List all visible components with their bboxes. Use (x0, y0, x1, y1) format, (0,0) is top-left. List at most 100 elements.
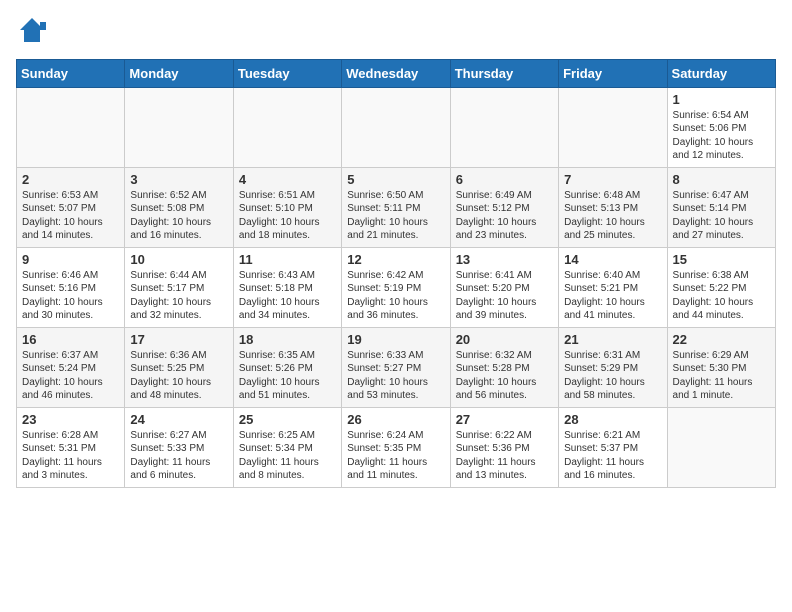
calendar-cell (17, 87, 125, 167)
day-number: 4 (239, 172, 336, 187)
calendar-cell: 8 Sunrise: 6:47 AM Sunset: 5:14 PM Daylig… (667, 167, 775, 247)
day-content: Sunrise: 6:50 AM Sunset: 5:11 PM Dayligh… (347, 189, 444, 243)
day-number: 17 (130, 332, 227, 347)
day-number: 14 (564, 252, 661, 267)
calendar-cell: 12 Sunrise: 6:42 AM Sunset: 5:19 PM Dayli… (342, 247, 450, 327)
day-content: Sunrise: 6:36 AM Sunset: 5:25 PM Dayligh… (130, 349, 227, 403)
day-number: 23 (22, 412, 119, 427)
calendar-cell: 23 Sunrise: 6:28 AM Sunset: 5:31 PM Dayli… (17, 407, 125, 487)
day-number: 22 (673, 332, 770, 347)
weekday-header-wednesday: Wednesday (342, 59, 450, 87)
weekday-header-thursday: Thursday (450, 59, 558, 87)
day-number: 19 (347, 332, 444, 347)
day-number: 6 (456, 172, 553, 187)
day-number: 1 (673, 92, 770, 107)
day-content: Sunrise: 6:40 AM Sunset: 5:21 PM Dayligh… (564, 269, 661, 323)
calendar-cell: 25 Sunrise: 6:25 AM Sunset: 5:34 PM Dayli… (233, 407, 341, 487)
calendar-cell: 10 Sunrise: 6:44 AM Sunset: 5:17 PM Dayli… (125, 247, 233, 327)
day-content: Sunrise: 6:41 AM Sunset: 5:20 PM Dayligh… (456, 269, 553, 323)
calendar-cell: 6 Sunrise: 6:49 AM Sunset: 5:12 PM Daylig… (450, 167, 558, 247)
calendar-cell: 22 Sunrise: 6:29 AM Sunset: 5:30 PM Dayli… (667, 327, 775, 407)
page-header (16, 16, 776, 49)
weekday-header-monday: Monday (125, 59, 233, 87)
day-number: 11 (239, 252, 336, 267)
calendar-week-row: 9 Sunrise: 6:46 AM Sunset: 5:16 PM Daylig… (17, 247, 776, 327)
day-content: Sunrise: 6:37 AM Sunset: 5:24 PM Dayligh… (22, 349, 119, 403)
calendar-week-row: 2 Sunrise: 6:53 AM Sunset: 5:07 PM Daylig… (17, 167, 776, 247)
weekday-header-sunday: Sunday (17, 59, 125, 87)
day-content: Sunrise: 6:42 AM Sunset: 5:19 PM Dayligh… (347, 269, 444, 323)
calendar-cell: 7 Sunrise: 6:48 AM Sunset: 5:13 PM Daylig… (559, 167, 667, 247)
day-number: 15 (673, 252, 770, 267)
calendar-cell: 21Sunrise: 6:31 AM Sunset: 5:29 PM Dayli… (559, 327, 667, 407)
day-number: 8 (673, 172, 770, 187)
day-content: Sunrise: 6:44 AM Sunset: 5:17 PM Dayligh… (130, 269, 227, 323)
day-number: 27 (456, 412, 553, 427)
logo-icon (18, 16, 46, 44)
calendar-cell: 17 Sunrise: 6:36 AM Sunset: 5:25 PM Dayli… (125, 327, 233, 407)
day-number: 10 (130, 252, 227, 267)
calendar-cell: 16 Sunrise: 6:37 AM Sunset: 5:24 PM Dayli… (17, 327, 125, 407)
calendar-cell: 15 Sunrise: 6:38 AM Sunset: 5:22 PM Dayli… (667, 247, 775, 327)
calendar-cell (450, 87, 558, 167)
calendar-week-row: 1 Sunrise: 6:54 AM Sunset: 5:06 PM Daylig… (17, 87, 776, 167)
day-number: 12 (347, 252, 444, 267)
calendar-cell: 11Sunrise: 6:43 AM Sunset: 5:18 PM Dayli… (233, 247, 341, 327)
day-content: Sunrise: 6:49 AM Sunset: 5:12 PM Dayligh… (456, 189, 553, 243)
weekday-header-saturday: Saturday (667, 59, 775, 87)
day-number: 28 (564, 412, 661, 427)
day-content: Sunrise: 6:52 AM Sunset: 5:08 PM Dayligh… (130, 189, 227, 243)
calendar-cell: 26 Sunrise: 6:24 AM Sunset: 5:35 PM Dayli… (342, 407, 450, 487)
day-number: 25 (239, 412, 336, 427)
calendar-cell (559, 87, 667, 167)
calendar-week-row: 23 Sunrise: 6:28 AM Sunset: 5:31 PM Dayli… (17, 407, 776, 487)
day-content: Sunrise: 6:54 AM Sunset: 5:06 PM Dayligh… (673, 109, 770, 163)
logo (16, 16, 46, 49)
weekday-header-friday: Friday (559, 59, 667, 87)
calendar-cell: 20Sunrise: 6:32 AM Sunset: 5:28 PM Dayli… (450, 327, 558, 407)
day-content: Sunrise: 6:48 AM Sunset: 5:13 PM Dayligh… (564, 189, 661, 243)
day-number: 24 (130, 412, 227, 427)
day-content: Sunrise: 6:35 AM Sunset: 5:26 PM Dayligh… (239, 349, 336, 403)
calendar-cell (233, 87, 341, 167)
day-content: Sunrise: 6:28 AM Sunset: 5:31 PM Dayligh… (22, 429, 119, 483)
calendar-cell: 18 Sunrise: 6:35 AM Sunset: 5:26 PM Dayli… (233, 327, 341, 407)
day-number: 5 (347, 172, 444, 187)
calendar-table: SundayMondayTuesdayWednesdayThursdayFrid… (16, 59, 776, 488)
calendar-cell: 27Sunrise: 6:22 AM Sunset: 5:36 PM Dayli… (450, 407, 558, 487)
weekday-header-row: SundayMondayTuesdayWednesdayThursdayFrid… (17, 59, 776, 87)
calendar-cell: 14 Sunrise: 6:40 AM Sunset: 5:21 PM Dayli… (559, 247, 667, 327)
day-content: Sunrise: 6:27 AM Sunset: 5:33 PM Dayligh… (130, 429, 227, 483)
calendar-cell: 4 Sunrise: 6:51 AM Sunset: 5:10 PM Daylig… (233, 167, 341, 247)
calendar-cell: 19 Sunrise: 6:33 AM Sunset: 5:27 PM Dayli… (342, 327, 450, 407)
day-number: 3 (130, 172, 227, 187)
day-content: Sunrise: 6:24 AM Sunset: 5:35 PM Dayligh… (347, 429, 444, 483)
day-content: Sunrise: 6:47 AM Sunset: 5:14 PM Dayligh… (673, 189, 770, 243)
day-number: 16 (22, 332, 119, 347)
calendar-cell: 13 Sunrise: 6:41 AM Sunset: 5:20 PM Dayli… (450, 247, 558, 327)
day-number: 2 (22, 172, 119, 187)
calendar-cell: 3 Sunrise: 6:52 AM Sunset: 5:08 PM Daylig… (125, 167, 233, 247)
day-content: Sunrise: 6:51 AM Sunset: 5:10 PM Dayligh… (239, 189, 336, 243)
day-number: 9 (22, 252, 119, 267)
day-content: Sunrise: 6:53 AM Sunset: 5:07 PM Dayligh… (22, 189, 119, 243)
day-content: Sunrise: 6:25 AM Sunset: 5:34 PM Dayligh… (239, 429, 336, 483)
day-number: 13 (456, 252, 553, 267)
day-number: 26 (347, 412, 444, 427)
day-number: 18 (239, 332, 336, 347)
day-number: 7 (564, 172, 661, 187)
day-number: 21 (564, 332, 661, 347)
calendar-cell (342, 87, 450, 167)
calendar-week-row: 16 Sunrise: 6:37 AM Sunset: 5:24 PM Dayli… (17, 327, 776, 407)
calendar-cell: 9 Sunrise: 6:46 AM Sunset: 5:16 PM Daylig… (17, 247, 125, 327)
day-content: Sunrise: 6:46 AM Sunset: 5:16 PM Dayligh… (22, 269, 119, 323)
calendar-cell (667, 407, 775, 487)
calendar-cell: 2 Sunrise: 6:53 AM Sunset: 5:07 PM Daylig… (17, 167, 125, 247)
calendar-cell: 28Sunrise: 6:21 AM Sunset: 5:37 PM Dayli… (559, 407, 667, 487)
day-content: Sunrise: 6:38 AM Sunset: 5:22 PM Dayligh… (673, 269, 770, 323)
day-number: 20 (456, 332, 553, 347)
day-content: Sunrise: 6:33 AM Sunset: 5:27 PM Dayligh… (347, 349, 444, 403)
weekday-header-tuesday: Tuesday (233, 59, 341, 87)
calendar-cell: 1 Sunrise: 6:54 AM Sunset: 5:06 PM Daylig… (667, 87, 775, 167)
day-content: Sunrise: 6:29 AM Sunset: 5:30 PM Dayligh… (673, 349, 770, 403)
